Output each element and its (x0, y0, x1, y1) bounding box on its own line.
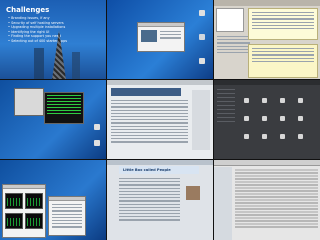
file-list[interactable] (233, 168, 320, 229)
bullet-text: Upgrading multiple installations (11, 25, 66, 30)
slide-bullet: • Selecting out of 400 starter apps (8, 38, 67, 43)
author-photo (186, 186, 200, 200)
file-manager (214, 160, 320, 240)
bullet-text: Security of self hosting servers (11, 20, 64, 25)
settings-icon[interactable] (262, 116, 267, 121)
settings-icon[interactable] (298, 116, 303, 121)
desktop-icon[interactable] (199, 58, 205, 64)
memory-graph (5, 213, 23, 229)
settings-dialog[interactable] (137, 22, 185, 52)
grid-divider (213, 0, 214, 240)
settings-icon[interactable] (298, 98, 303, 103)
blog-post (119, 178, 180, 223)
system-settings (214, 80, 320, 160)
presentation-slide: Challenges • Branding issues, if any • S… (0, 0, 107, 80)
bullet-text: Finding the support you need (11, 34, 61, 39)
post-content (111, 100, 188, 145)
file-window[interactable] (14, 88, 44, 116)
network-graph (25, 213, 43, 229)
office-application (214, 0, 320, 80)
cpu-graph (25, 193, 43, 209)
blog-page: Little Box called People (107, 160, 214, 240)
bullet-text: Branding issues, if any (11, 16, 50, 20)
sidebar-list (217, 36, 250, 55)
file-toolbar[interactable] (214, 160, 320, 166)
terminal-window[interactable] (44, 92, 84, 124)
settings-sidebar[interactable] (217, 89, 235, 125)
settings-icon[interactable] (280, 98, 285, 103)
slide-bullet-list: • Branding issues, if any • Security of … (8, 16, 78, 44)
monitor-window[interactable] (2, 184, 46, 238)
desktop-dialog-screen (107, 0, 214, 80)
settings-icon[interactable] (262, 134, 267, 139)
desktop-icon[interactable] (94, 140, 100, 146)
dialog-titlebar[interactable] (138, 23, 184, 27)
blog-title: Little Box called People (123, 168, 171, 172)
process-list (52, 204, 82, 230)
settings-icon[interactable] (244, 98, 249, 103)
desktop-icon[interactable] (199, 10, 205, 16)
settings-icon[interactable] (262, 98, 267, 103)
settings-titlebar[interactable] (214, 80, 320, 85)
grid-divider (106, 0, 107, 240)
terminal-desktop (0, 80, 107, 160)
settings-icon[interactable] (280, 116, 285, 121)
message-pane (248, 8, 318, 40)
window-titlebar[interactable] (49, 197, 85, 201)
settings-icon[interactable] (298, 134, 303, 139)
preview-image (141, 30, 157, 42)
browser-toolbar[interactable] (107, 160, 214, 165)
web-forum-page (107, 80, 214, 160)
places-sidebar[interactable] (214, 167, 232, 240)
calendar-widget[interactable] (216, 8, 244, 32)
desktop-icon[interactable] (94, 124, 100, 130)
sidebar-panel (192, 90, 210, 150)
app-toolbar[interactable] (214, 0, 320, 6)
dialog-text (160, 31, 181, 41)
system-monitor-desktop (0, 160, 107, 240)
settings-icon[interactable] (280, 134, 285, 139)
window-titlebar[interactable] (3, 185, 45, 189)
forum-header (111, 88, 181, 96)
notes-pane (248, 44, 318, 78)
building-image (34, 48, 44, 80)
cpu-graph (5, 193, 23, 209)
screenshot-collage: Challenges • Branding issues, if any • S… (0, 0, 320, 240)
grid-divider (0, 159, 320, 160)
building-image (72, 52, 80, 80)
process-window[interactable] (48, 196, 86, 236)
bullet-text: Identifying the right UI (11, 29, 50, 34)
grid-divider (0, 79, 320, 80)
browser-toolbar[interactable] (107, 80, 214, 85)
desktop-icon[interactable] (199, 34, 205, 40)
settings-icon[interactable] (244, 134, 249, 139)
slide-title: Challenges (6, 6, 50, 14)
settings-icon[interactable] (244, 116, 249, 121)
